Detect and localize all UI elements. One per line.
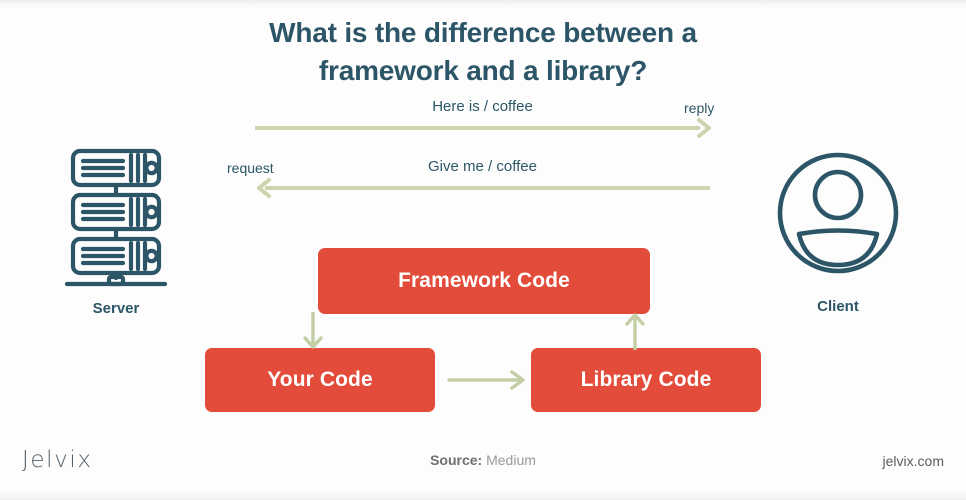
your-code-to-library-arrow (447, 368, 527, 397)
page-title-line-1: What is the difference between a (269, 17, 697, 48)
bottom-edge-shading (0, 490, 966, 500)
request-arrow: Give me / coffee (255, 158, 710, 199)
infographic-canvas: What is the difference between a framewo… (0, 0, 966, 500)
arrow-right-icon (447, 370, 525, 390)
arrow-right-head-icon (697, 118, 711, 138)
reply-message-label: Here is / coffee (432, 98, 533, 115)
client-label: Client (817, 298, 859, 315)
server-label: Server (92, 300, 140, 317)
request-message-label: Give me / coffee (428, 158, 537, 175)
framework-code-box[interactable]: Framework Code (318, 248, 650, 314)
page-title-line-2: framework and a library? (318, 54, 648, 86)
reply-arrow-line (255, 126, 700, 130)
library-code-label: Library Code (580, 368, 712, 391)
server-rack-icon (57, 148, 175, 291)
arrow-down-icon (303, 311, 323, 349)
server-node: Server (42, 145, 190, 317)
library-code-box[interactable]: Library Code (531, 348, 761, 412)
user-avatar-icon (772, 152, 904, 289)
reply-edge-label: reply (684, 100, 715, 116)
reply-arrow: Here is / coffee (255, 98, 711, 139)
source-value: Medium (486, 452, 536, 468)
request-arrow-line (265, 186, 710, 190)
request-edge-label: request (227, 160, 274, 176)
website-url: jelvix.com (882, 453, 944, 469)
your-code-label: Your Code (267, 368, 373, 391)
arrow-left-head-icon (257, 178, 271, 198)
arrow-up-icon (625, 313, 645, 351)
source-attribution: Source: Medium (0, 452, 966, 468)
framework-code-label: Framework Code (398, 269, 570, 292)
page-title: What is the difference between a framewo… (0, 14, 966, 89)
framework-to-your-code-arrow (300, 311, 326, 355)
your-code-box[interactable]: Your Code (205, 348, 435, 412)
library-to-framework-arrow (622, 312, 648, 355)
client-node: Client (760, 145, 916, 315)
source-key: Source: (430, 452, 483, 468)
top-edge-shading (0, 0, 966, 8)
